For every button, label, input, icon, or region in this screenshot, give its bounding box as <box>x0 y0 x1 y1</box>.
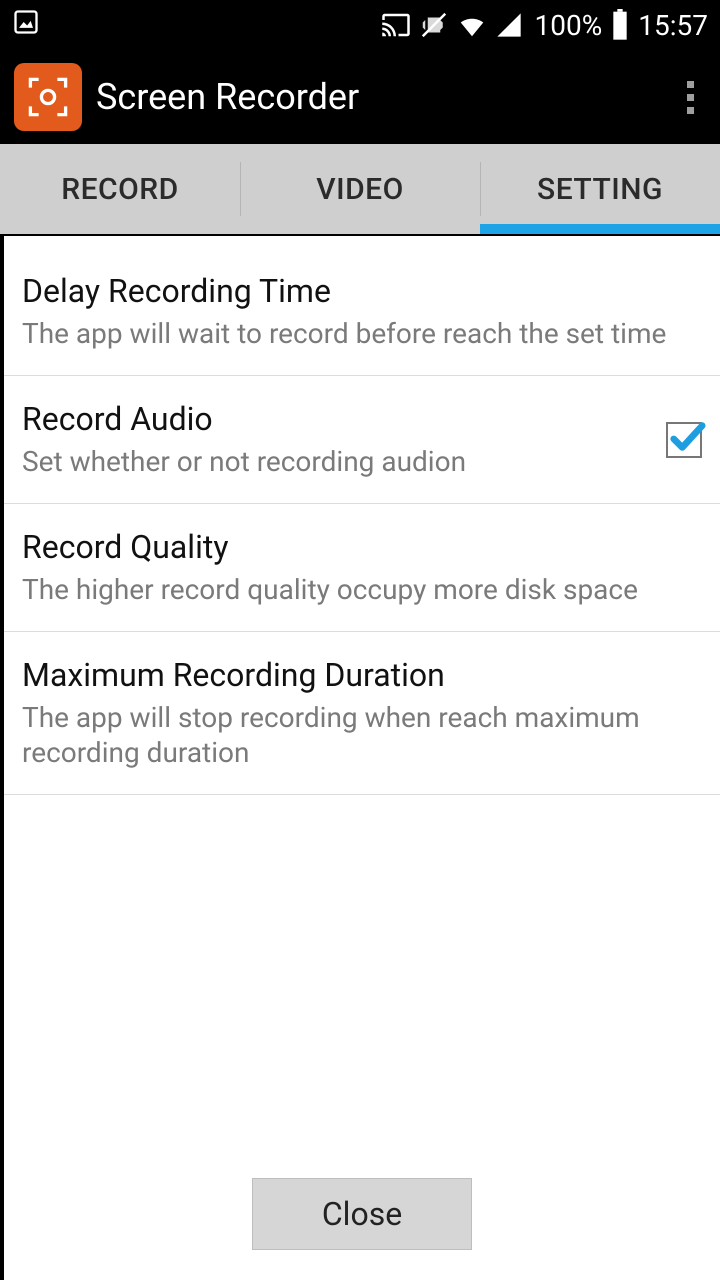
settings-list: Delay Recording Time The app will wait t… <box>4 236 720 795</box>
setting-subtitle: The app will wait to record before reach… <box>22 316 702 351</box>
signal-icon <box>495 11 523 39</box>
setting-title: Delay Recording Time <box>22 272 702 310</box>
setting-subtitle: The higher record quality occupy more di… <box>22 572 702 607</box>
record-audio-checkbox[interactable] <box>666 422 702 458</box>
app-icon <box>14 63 82 131</box>
setting-subtitle: Set whether or not recording audion <box>22 444 650 479</box>
tab-label: RECORD <box>61 172 179 207</box>
tab-video[interactable]: VIDEO <box>240 144 480 234</box>
tab-setting[interactable]: SETTING <box>480 144 720 234</box>
active-tab-indicator <box>480 224 720 234</box>
setting-subtitle: The app will stop recording when reach m… <box>22 700 702 770</box>
wifi-icon <box>457 10 487 40</box>
vibrate-icon <box>419 10 449 40</box>
tab-label: SETTING <box>537 172 663 207</box>
footer: Close <box>4 1160 720 1280</box>
setting-record-quality[interactable]: Record Quality The higher record quality… <box>4 504 720 632</box>
tab-label: VIDEO <box>316 172 404 207</box>
check-icon <box>668 415 706 459</box>
close-button-label: Close <box>322 1195 402 1233</box>
battery-icon <box>610 9 630 41</box>
app-bar: Screen Recorder <box>0 50 720 144</box>
setting-delay-recording-time[interactable]: Delay Recording Time The app will wait t… <box>4 236 720 376</box>
setting-max-duration[interactable]: Maximum Recording Duration The app will … <box>4 632 720 795</box>
setting-record-audio[interactable]: Record Audio Set whether or not recordin… <box>4 376 720 504</box>
battery-percentage: 100% <box>535 9 603 42</box>
more-vert-icon <box>687 81 694 114</box>
tab-bar: RECORD VIDEO SETTING <box>0 144 720 234</box>
setting-title: Record Audio <box>22 400 650 438</box>
android-status-bar: 100% 15:57 <box>0 0 720 50</box>
app-title: Screen Recorder <box>96 76 359 118</box>
setting-title: Maximum Recording Duration <box>22 656 702 694</box>
clock-time: 15:57 <box>638 9 708 42</box>
cast-icon <box>381 10 411 40</box>
setting-title: Record Quality <box>22 528 702 566</box>
overflow-menu-button[interactable] <box>677 71 704 124</box>
settings-panel: Delay Recording Time The app will wait t… <box>2 234 720 1280</box>
image-icon <box>12 8 40 43</box>
tab-record[interactable]: RECORD <box>0 144 240 234</box>
close-button[interactable]: Close <box>252 1178 472 1250</box>
